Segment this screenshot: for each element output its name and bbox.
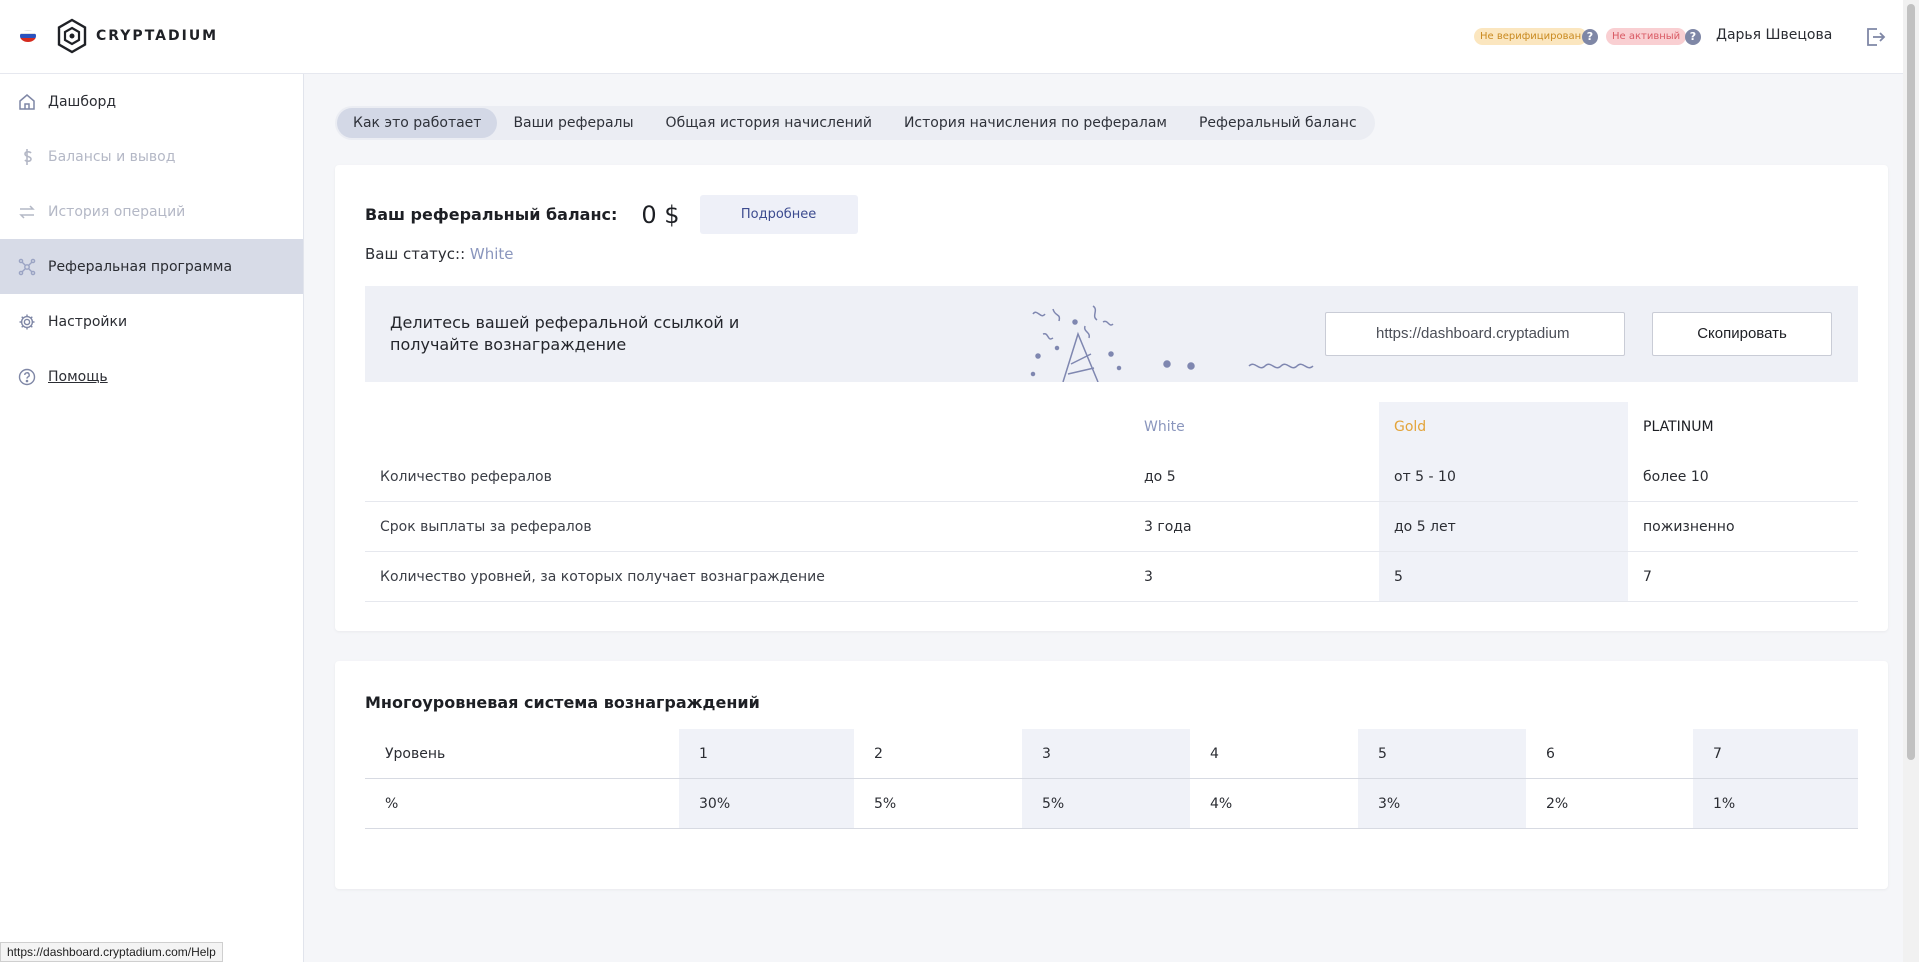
verification-help-icon[interactable]: ? [1582, 29, 1598, 45]
level-cell: 4 [1210, 746, 1219, 762]
status-row: Ваш статус:: White [365, 245, 514, 263]
sidebar-item-help[interactable]: Помощь [0, 349, 303, 404]
gear-icon [19, 314, 35, 329]
activity-status-badge: Не активный [1606, 28, 1687, 45]
sidebar-item-label: Реферальная программа [48, 258, 233, 275]
verification-status-badge: Не верифицирован [1474, 28, 1588, 45]
sidebar-item-label: Балансы и вывод [48, 148, 176, 165]
level-row-label: Уровень [385, 746, 446, 762]
table-row: Количество уровней, за которых получает … [365, 552, 1858, 602]
activity-help-icon[interactable]: ? [1685, 29, 1701, 45]
balance-label: Ваш реферальный баланс: [365, 205, 618, 224]
sidebar-item-label: Дашборд [48, 93, 117, 110]
party-popper-illustration-icon [1030, 305, 1314, 382]
level-cell: 2 [874, 746, 883, 762]
row-label: Срок выплаты за рефералов [380, 519, 592, 535]
percents-row: % 30% 5% 5% 4% 3% 2% 1% [365, 779, 1858, 829]
referral-tabs: Как это работает Ваши рефералы Общая ист… [335, 106, 1375, 140]
multilevel-rewards-card: Многоуровневая система вознаграждений Ур… [335, 661, 1888, 889]
levels-table: Уровень 1 2 3 4 5 6 7 % 30% 5% 5% 4% 3% … [365, 729, 1858, 829]
page-scrollbar[interactable] [1903, 0, 1919, 962]
sidebar-item-dashboard[interactable]: Дашборд [0, 74, 303, 129]
network-icon [18, 258, 36, 275]
tier-comparison-table: White Gold PLATINUM Количество рефералов… [365, 402, 1858, 602]
arrows-icon [19, 204, 35, 219]
level-cell: 7 [1693, 729, 1858, 778]
table-header-row: White Gold PLATINUM [365, 402, 1858, 452]
cell-platinum: 7 [1643, 569, 1652, 585]
level-cell: 3 [1022, 729, 1190, 778]
top-header: CRYPTADIUM Не верифицирован ? Не активны… [0, 0, 1903, 74]
percent-cell: 2% [1546, 796, 1569, 812]
table-row: Срок выплаты за рефералов 3 года до 5 ле… [365, 502, 1858, 552]
tab-referral-balance[interactable]: Реферальный баланс [1183, 108, 1373, 138]
scrollbar-thumb[interactable] [1907, 4, 1915, 760]
level-cell: 6 [1546, 746, 1555, 762]
user-name[interactable]: Дарья Швецова [1716, 27, 1832, 43]
more-details-button[interactable]: Подробнее [699, 195, 858, 234]
percent-cell: 5% [1022, 779, 1190, 828]
tab-general-history[interactable]: Общая история начислений [650, 108, 888, 138]
percent-cell: 3% [1358, 779, 1526, 828]
cell-gold: 5 [1379, 552, 1628, 601]
share-link-banner: Делитесь вашей реферальной ссылкой и пол… [365, 286, 1858, 382]
sidebar-item-label: История операций [48, 203, 186, 220]
tier-header-platinum: PLATINUM [1643, 419, 1714, 435]
percent-cell: 5% [874, 796, 897, 812]
cell-white: до 5 [1144, 469, 1176, 485]
percent-cell: 4% [1210, 796, 1233, 812]
cell-white: 3 [1144, 569, 1153, 585]
tier-header-white: White [1144, 419, 1185, 435]
brand-logo[interactable]: CRYPTADIUM [56, 18, 218, 54]
balance-value: 0 $ [641, 200, 680, 229]
cell-platinum: пожизненно [1643, 519, 1735, 535]
percent-cell: 1% [1693, 779, 1858, 828]
referral-info-card: Ваш реферальный баланс: 0 $ Подробнее Ва… [335, 165, 1888, 631]
tab-how-it-works[interactable]: Как это работает [337, 108, 498, 138]
sidebar-item-label: Помощь [48, 368, 108, 385]
row-label: Количество рефералов [380, 469, 552, 485]
share-text: Делитесь вашей реферальной ссылкой и пол… [390, 313, 740, 354]
level-cell: 5 [1358, 729, 1526, 778]
sidebar-item-settings[interactable]: Настройки [0, 294, 303, 349]
copy-link-button[interactable]: Скопировать [1652, 312, 1832, 356]
table-row: Количество рефералов до 5 от 5 - 10 боле… [365, 452, 1858, 502]
percent-cell: 30% [679, 779, 854, 828]
help-circle-icon [18, 368, 36, 385]
sidebar: Дашборд Балансы и вывод История операций… [0, 74, 304, 962]
tab-your-referrals[interactable]: Ваши рефералы [497, 108, 649, 138]
multilevel-title: Многоуровневая система вознаграждений [365, 693, 760, 712]
browser-status-url: https://dashboard.cryptadium.com/Help [0, 942, 223, 962]
percent-row-label: % [385, 796, 399, 812]
cell-gold: до 5 лет [1379, 502, 1628, 551]
dollar-icon [24, 148, 32, 165]
cell-white: 3 года [1144, 519, 1192, 535]
balance-row: Ваш реферальный баланс: 0 $ Подробнее [365, 195, 858, 234]
levels-row: Уровень 1 2 3 4 5 6 7 [365, 729, 1858, 779]
sidebar-item-referral[interactable]: Реферальная программа [0, 239, 303, 294]
russia-flag-icon[interactable] [20, 30, 36, 42]
cell-gold: от 5 - 10 [1379, 452, 1628, 501]
cell-platinum: более 10 [1643, 469, 1709, 485]
tier-header-gold: Gold [1379, 402, 1628, 452]
status-label: Ваш статус:: [365, 245, 466, 263]
level-cell: 1 [679, 729, 854, 778]
row-label: Количество уровней, за которых получает … [380, 569, 825, 585]
sidebar-item-label: Настройки [48, 313, 128, 330]
logout-icon[interactable] [1864, 26, 1886, 48]
brand-name: CRYPTADIUM [96, 28, 219, 44]
home-icon [19, 93, 35, 110]
tab-referral-history[interactable]: История начисления по рефералам [888, 108, 1183, 138]
referral-link-input[interactable]: https://dashboard.cryptadium [1325, 312, 1625, 356]
sidebar-item-balances[interactable]: Балансы и вывод [0, 129, 303, 184]
sidebar-item-history[interactable]: История операций [0, 184, 303, 239]
cryptadium-logo-icon [57, 18, 87, 54]
status-value: White [469, 245, 514, 263]
